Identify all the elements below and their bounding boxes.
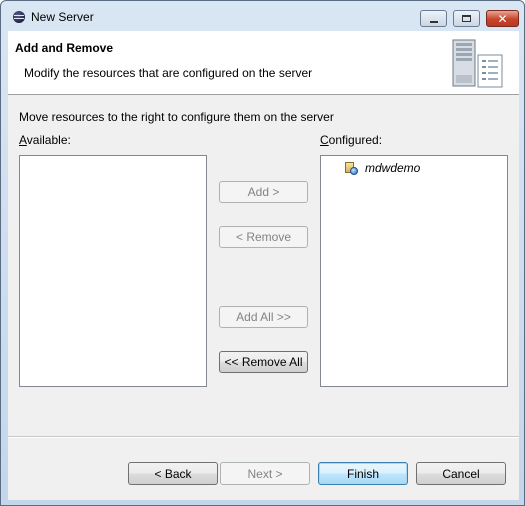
wizard-banner: Add and Remove Modify the resources that… — [8, 31, 519, 95]
configured-label: Configured: — [320, 133, 383, 147]
window-title: New Server — [31, 10, 94, 24]
finish-button[interactable]: Finish — [318, 462, 408, 485]
available-label: Available: — [19, 133, 71, 147]
close-button[interactable]: ✕ — [486, 10, 519, 27]
title-bar[interactable]: New Server ✕ — [1, 1, 524, 31]
back-button-label: < Back — [154, 466, 192, 481]
footer-separator-highlight — [8, 437, 519, 438]
new-server-window: New Server ✕ Add and Remove Modify the r… — [0, 0, 525, 506]
page-description: Modify the resources that are configured… — [24, 66, 313, 80]
cancel-button[interactable]: Cancel — [416, 462, 506, 485]
add-button[interactable]: Add > — [219, 181, 308, 203]
back-button[interactable]: < Back — [128, 462, 218, 485]
close-icon: ✕ — [497, 11, 508, 26]
maximize-button[interactable] — [453, 10, 480, 27]
remove-button-label: < Remove — [235, 230, 292, 244]
page-title: Add and Remove — [15, 41, 114, 55]
cancel-button-label: Cancel — [442, 466, 480, 481]
minimize-icon — [429, 20, 438, 23]
add-all-button-label: Add All >> — [236, 310, 291, 324]
configured-item-label: mdwdemo — [365, 161, 421, 175]
remove-button[interactable]: < Remove — [219, 226, 308, 248]
available-list[interactable] — [19, 155, 207, 387]
next-button[interactable]: Next > — [220, 462, 310, 485]
remove-all-button[interactable]: << Remove All — [219, 351, 308, 373]
web-project-icon — [345, 161, 358, 175]
next-button-label: Next > — [247, 466, 283, 481]
configured-item-mdwdemo[interactable]: mdwdemo — [345, 160, 420, 176]
dialog-client-area: Add and Remove Modify the resources that… — [8, 31, 519, 500]
configured-list[interactable]: mdwdemo — [320, 155, 508, 387]
maximize-icon — [462, 15, 471, 22]
eclipse-icon — [13, 11, 25, 23]
remove-all-button-label: << Remove All — [224, 355, 303, 369]
add-button-label: Add > — [247, 185, 280, 199]
minimize-button[interactable] — [420, 10, 447, 27]
add-all-button[interactable]: Add All >> — [219, 306, 308, 328]
finish-button-label: Finish — [346, 466, 379, 481]
server-graphic-icon — [452, 39, 503, 88]
instruction-text: Move resources to the right to configure… — [19, 110, 334, 124]
